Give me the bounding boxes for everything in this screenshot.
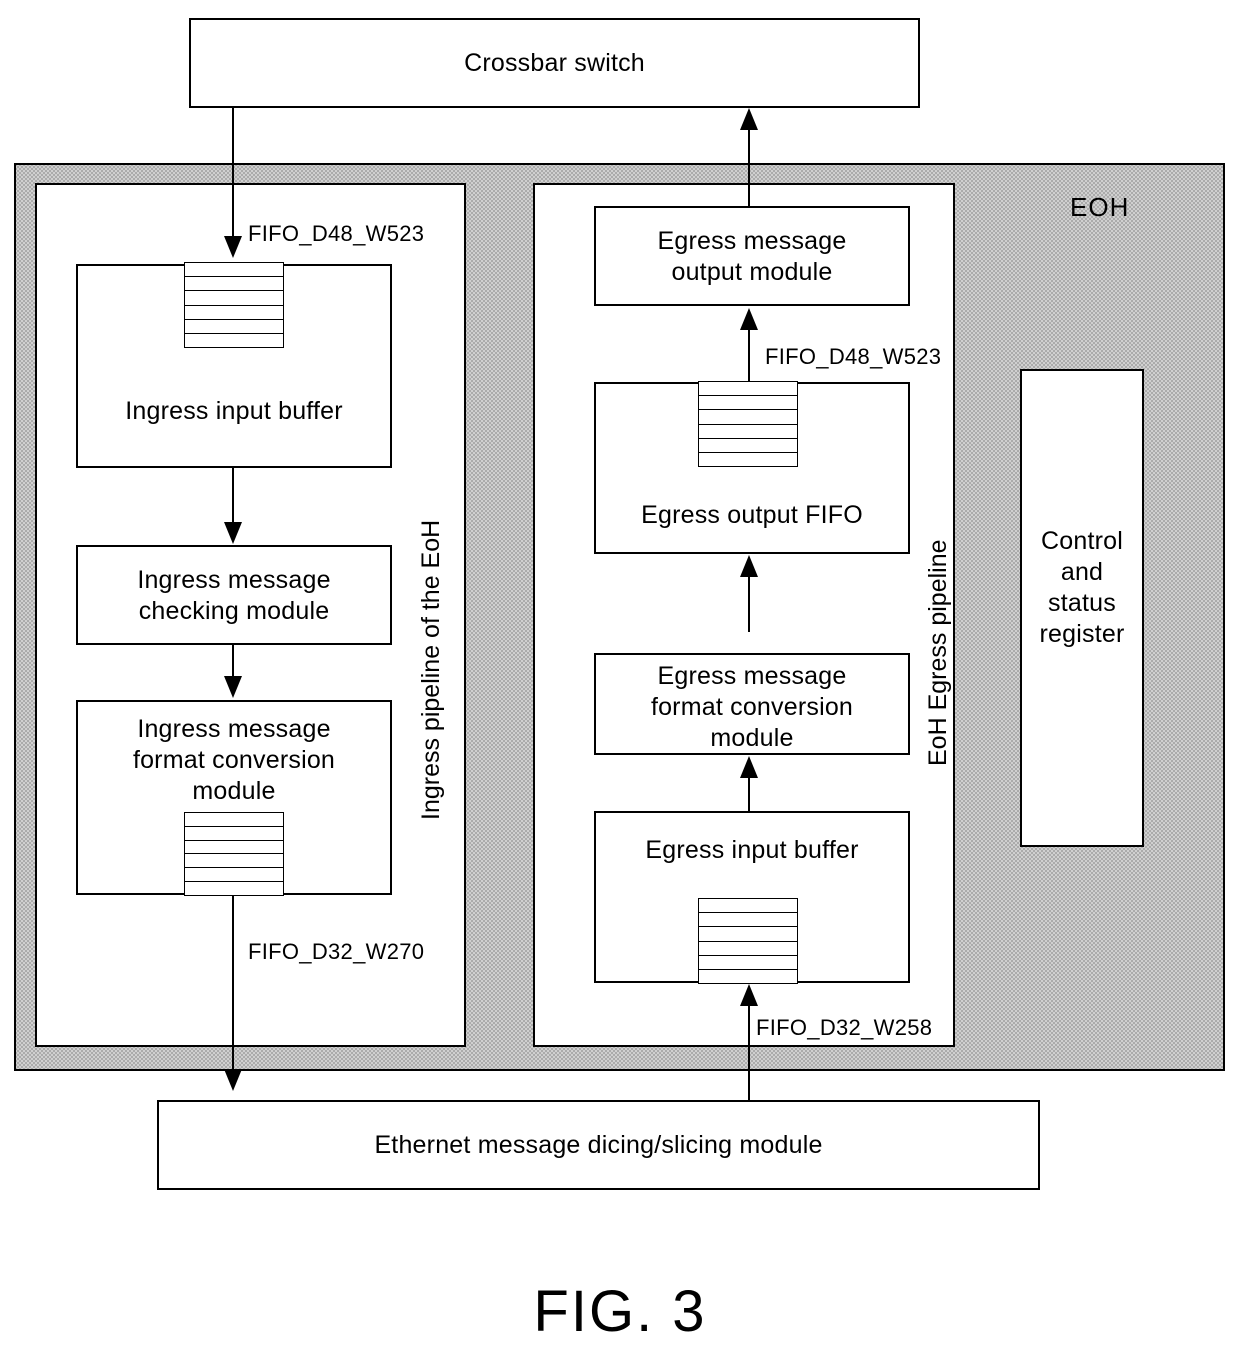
fifo-stack-row [699,382,797,397]
fifo-tag-ingress-in: FIFO_D48_W523 [248,221,425,246]
fifo-stack-row [185,868,283,883]
egress-input-buffer-label: Egress input buffer [645,836,859,864]
arrow-egress-convert-to-fifo-line [748,577,750,632]
fifo-stack-row [185,841,283,855]
fifo-stack-row [699,942,797,956]
fifo-stack-row [699,410,797,425]
crossbar-switch-label: Crossbar switch [464,49,645,77]
fifo-stack-row [699,913,797,928]
fifo-stack-row [699,425,797,439]
ingress-checking-module-label: Ingress message checking module [137,566,331,625]
fifo-stack-row [185,854,283,869]
arrow-egress-fifo-to-output-head [740,308,758,330]
ethernet-dicing-slicing-label: Ethernet message dicing/slicing module [374,1131,823,1159]
arrow-ingress-buffer-to-check-head [224,522,242,544]
fifo-stack-icon-ingress-input [184,262,284,348]
control-status-register-block: Control and status register [1020,369,1144,847]
arrow-egress-buffer-to-convert-head [740,756,758,778]
arrow-egress-buffer-to-convert-line [748,778,750,812]
fifo-stack-row [185,882,283,895]
arrow-ingress-to-ethernet-head [224,1069,242,1091]
crossbar-switch-block: Crossbar switch [189,18,920,108]
ethernet-dicing-slicing-block: Ethernet message dicing/slicing module [157,1100,1040,1190]
arrow-ingress-check-to-convert-head [224,676,242,698]
egress-output-fifo-label: Egress output FIFO [641,501,863,529]
arrow-crossbar-to-ingress-head [224,236,242,258]
arrow-egress-fifo-to-output-line [748,330,750,382]
ingress-pipeline-label: Ingress pipeline of the EoH [417,519,445,820]
fifo-stack-icon-egress-input [698,898,798,984]
figure-caption: FIG. 3 [533,1279,707,1344]
ingress-checking-module-block: Ingress message checking module [76,545,392,645]
fifo-stack-icon-egress-output-fifo [698,381,798,467]
control-status-register-label: Control and status register [1039,527,1125,648]
fifo-tag-egress-in: FIFO_D32_W258 [756,1015,933,1040]
fifo-stack-row [185,306,283,320]
arrow-egress-to-crossbar-head [740,108,758,130]
arrow-ethernet-to-egress-head [740,984,758,1006]
fifo-stack-row [185,813,283,827]
arrow-ingress-check-to-convert-line [232,645,234,678]
fifo-stack-row [185,334,283,347]
arrow-ingress-buffer-to-check-line [232,468,234,524]
arrow-ethernet-to-egress-line [748,1006,750,1101]
fifo-stack-row [185,291,283,306]
egress-format-conversion-label: Egress message format conversion module [650,662,854,752]
fifo-tag-ingress-out: FIFO_D32_W270 [248,939,425,964]
egress-format-conversion-block: Egress message format conversion module [594,653,910,755]
fifo-stack-row [699,927,797,942]
fifo-stack-row [699,453,797,466]
fifo-stack-row [185,827,283,841]
fifo-stack-row [185,263,283,278]
egress-output-module-label: Egress message output module [657,227,847,286]
fifo-tag-egress-out: FIFO_D48_W523 [765,344,942,369]
arrow-crossbar-to-ingress-line [232,108,234,238]
fifo-stack-row [699,970,797,983]
eoh-container-label: EOH [1070,192,1130,222]
fifo-stack-row [699,396,797,411]
arrow-ingress-to-ethernet-line [232,895,234,1071]
fifo-stack-row [185,277,283,292]
fifo-stack-row [699,899,797,914]
egress-output-module-block: Egress message output module [594,206,910,306]
fifo-stack-row [185,320,283,334]
ingress-input-buffer-label: Ingress input buffer [125,397,343,425]
arrow-egress-convert-to-fifo-head [740,555,758,577]
fifo-stack-icon-ingress-convert [184,812,284,896]
fifo-stack-row [699,956,797,970]
figure-canvas: Crossbar switch EOH Ingress pipeline of … [0,0,1240,1363]
fifo-stack-row [699,439,797,453]
ingress-format-conversion-label: Ingress message format conversion module [132,715,336,805]
egress-pipeline-label: EoH Egress pipeline [924,539,952,766]
